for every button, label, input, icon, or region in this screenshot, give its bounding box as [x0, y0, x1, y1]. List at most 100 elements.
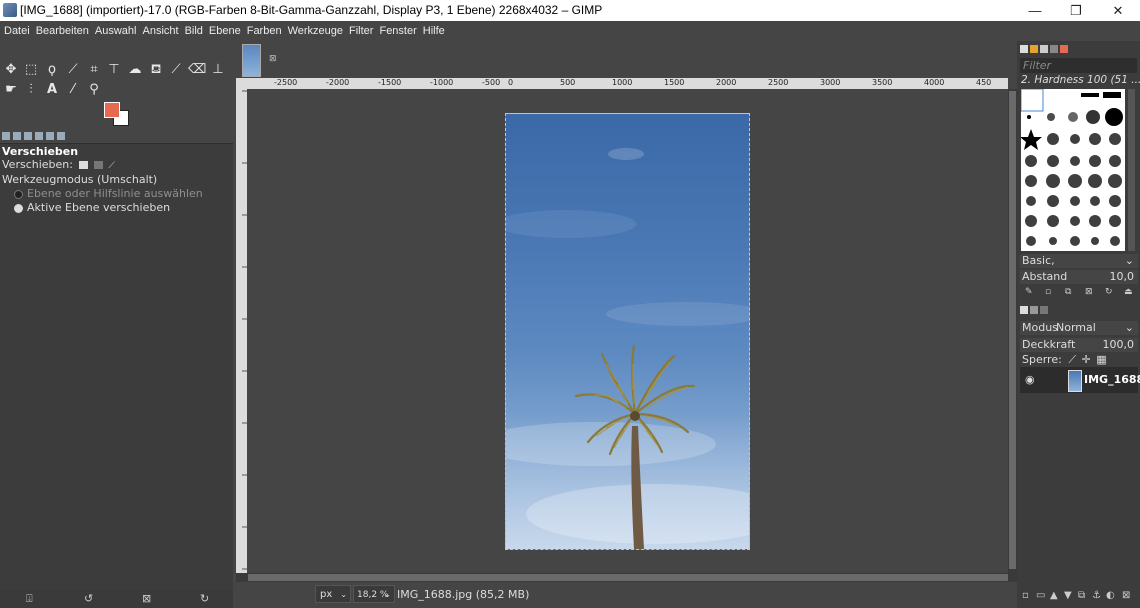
lock-alpha-icon[interactable]: ▦: [1096, 353, 1106, 366]
smudge-tool-icon[interactable]: ☛: [2, 81, 20, 99]
vertical-scrollbar[interactable]: [1008, 89, 1017, 573]
reset-options-icon[interactable]: ↻: [200, 592, 209, 605]
brushes-tab-icon[interactable]: [1020, 45, 1028, 53]
tool-options-tab-icon[interactable]: [2, 132, 10, 140]
lower-layer-icon[interactable]: ▼: [1064, 590, 1072, 601]
ruler-tick: 450: [976, 78, 992, 87]
horizontal-ruler[interactable]: -2500 -2000 -1500 -1000 -500 0 500 1000 …: [236, 78, 1008, 89]
gradients-tab-icon[interactable]: [1060, 45, 1068, 53]
menu-filter[interactable]: Filter: [346, 21, 376, 42]
option-move-active[interactable]: Aktive Ebene verschieben: [14, 201, 170, 214]
images-tab-icon[interactable]: [35, 132, 43, 140]
foreground-color-swatch[interactable]: [104, 102, 120, 118]
transform-tool-icon[interactable]: ⊤: [105, 61, 123, 79]
maximize-button[interactable]: ❐: [1056, 2, 1096, 19]
menu-datei[interactable]: Datei: [0, 21, 33, 42]
spacing-field[interactable]: Abstand 10,0: [1020, 270, 1138, 284]
option-move-active-radio[interactable]: [14, 203, 23, 213]
text-tool-icon[interactable]: A: [43, 81, 61, 99]
mask-layer-icon[interactable]: ◐: [1106, 590, 1115, 601]
bucket-fill-tool-icon[interactable]: ⛾: [147, 61, 165, 79]
chevron-down-icon: ⌄: [384, 590, 391, 599]
duplicate-layer-icon[interactable]: ⧉: [1078, 590, 1085, 601]
menu-bar: Datei Bearbeiten Auswahl Ansicht Bild Ebene Fa…: [0, 21, 1140, 41]
selection-move-icon[interactable]: [93, 161, 103, 169]
image-canvas[interactable]: [247, 89, 1008, 573]
save-options-icon[interactable]: ⍗: [26, 592, 33, 606]
open-brush-icon[interactable]: ⏏: [1124, 287, 1133, 297]
path-move-icon[interactable]: ⟋: [108, 161, 114, 171]
layers-tab-icon[interactable]: [1020, 306, 1028, 314]
clone-tool-icon[interactable]: ⊥: [209, 61, 227, 79]
layer-mode-select[interactable]: Modus Normal ⌄: [1020, 321, 1138, 335]
free-select-tool-icon[interactable]: ϙ: [43, 61, 61, 79]
layer-visibility-eye-icon[interactable]: ◉: [1025, 373, 1035, 386]
paintbrush-tool-icon[interactable]: ⟋: [167, 61, 185, 79]
vertical-ruler[interactable]: [236, 89, 247, 573]
display-tab-icon[interactable]: [57, 132, 65, 140]
rect-select-tool-icon[interactable]: ⬚: [22, 61, 40, 79]
lock-position-icon[interactable]: ✛: [1082, 353, 1091, 366]
image-tab-thumbnail[interactable]: [242, 44, 261, 77]
edit-brush-icon[interactable]: ✎: [1025, 287, 1033, 297]
ruler-tick: -500: [482, 78, 501, 87]
brush-grid-scrollbar[interactable]: [1128, 89, 1135, 251]
option-pick-layer[interactable]: Ebene oder Hilfslinie auswählen: [14, 187, 203, 200]
horizontal-scrollbar[interactable]: [236, 573, 1017, 582]
menu-hilfe[interactable]: Hilfe: [420, 21, 448, 42]
delete-layer-icon[interactable]: ⊠: [1122, 590, 1130, 601]
option-pick-layer-label: Ebene oder Hilfslinie auswählen: [27, 187, 203, 200]
delete-brush-icon[interactable]: ⊠: [1085, 287, 1093, 297]
fuzzy-select-tool-icon[interactable]: ⟋: [64, 61, 82, 79]
color-picker-tool-icon[interactable]: ⁄: [64, 81, 82, 99]
menu-werkzeuge[interactable]: Werkzeuge: [285, 21, 346, 42]
image-photo[interactable]: [505, 113, 750, 550]
horizontal-scroll-thumb[interactable]: [248, 574, 1008, 581]
unit-select[interactable]: px ⌄: [315, 585, 351, 603]
new-layer-icon[interactable]: ▫: [1022, 590, 1029, 601]
close-image-tab-icon[interactable]: ⊠: [269, 54, 277, 64]
duplicate-brush-icon[interactable]: ⧉: [1065, 287, 1071, 297]
menu-bearbeiten[interactable]: Bearbeiten: [33, 21, 92, 42]
anchor-layer-icon[interactable]: ⚓: [1092, 590, 1101, 601]
option-pick-layer-radio[interactable]: [14, 189, 23, 199]
brush-grid[interactable]: [1021, 89, 1125, 251]
menu-auswahl[interactable]: Auswahl: [92, 21, 140, 42]
undo-history-tab-icon[interactable]: [24, 132, 32, 140]
brush-filter-input[interactable]: Filter: [1020, 58, 1137, 73]
menu-farben[interactable]: Farben: [244, 21, 285, 42]
menu-ansicht[interactable]: Ansicht: [139, 21, 181, 42]
patterns-tab-icon[interactable]: [1030, 45, 1038, 53]
zoom-tool-icon[interactable]: ⚲: [85, 81, 103, 99]
fonts-tab-icon[interactable]: [1040, 45, 1048, 53]
paths-tab-icon[interactable]: [1040, 306, 1048, 314]
current-brush-name: 2. Hardness 100 (51 ...: [1021, 74, 1140, 86]
opacity-field[interactable]: Deckkraft 100,0: [1020, 338, 1138, 352]
vertical-scroll-thumb[interactable]: [1009, 91, 1016, 569]
new-layer-group-icon[interactable]: ▭: [1036, 590, 1045, 601]
zoom-select[interactable]: 18,2 % ⌄: [353, 585, 395, 603]
menu-ebene[interactable]: Ebene: [206, 21, 244, 42]
paths-tool-icon[interactable]: ⫶: [22, 81, 40, 99]
new-brush-icon[interactable]: ▫: [1045, 287, 1051, 297]
lock-pixels-icon[interactable]: ⟋: [1068, 353, 1076, 366]
layer-item[interactable]: ◉ IMG_1688: [1020, 367, 1140, 393]
channels-tab-icon[interactable]: [1030, 306, 1038, 314]
minimize-button[interactable]: —: [1015, 2, 1055, 19]
crop-tool-icon[interactable]: ⌗: [85, 61, 103, 79]
images-tab2-icon[interactable]: [46, 132, 54, 140]
layer-move-icon[interactable]: [79, 161, 89, 169]
device-status-tab-icon[interactable]: [13, 132, 21, 140]
eraser-tool-icon[interactable]: ⌫: [188, 61, 206, 79]
warp-tool-icon[interactable]: ☁: [126, 61, 144, 79]
close-button[interactable]: ✕: [1098, 2, 1138, 19]
delete-options-icon[interactable]: ⊠: [142, 592, 151, 605]
document-history-tab-icon[interactable]: [1050, 45, 1058, 53]
move-tool-icon[interactable]: ✥: [2, 61, 20, 79]
brush-preset-select[interactable]: Basic, ⌄: [1020, 254, 1138, 268]
restore-options-icon[interactable]: ↺: [84, 592, 93, 605]
raise-layer-icon[interactable]: ▲: [1050, 590, 1058, 601]
menu-bild[interactable]: Bild: [182, 21, 206, 42]
refresh-brushes-icon[interactable]: ↻: [1105, 287, 1113, 297]
menu-fenster[interactable]: Fenster: [376, 21, 419, 42]
